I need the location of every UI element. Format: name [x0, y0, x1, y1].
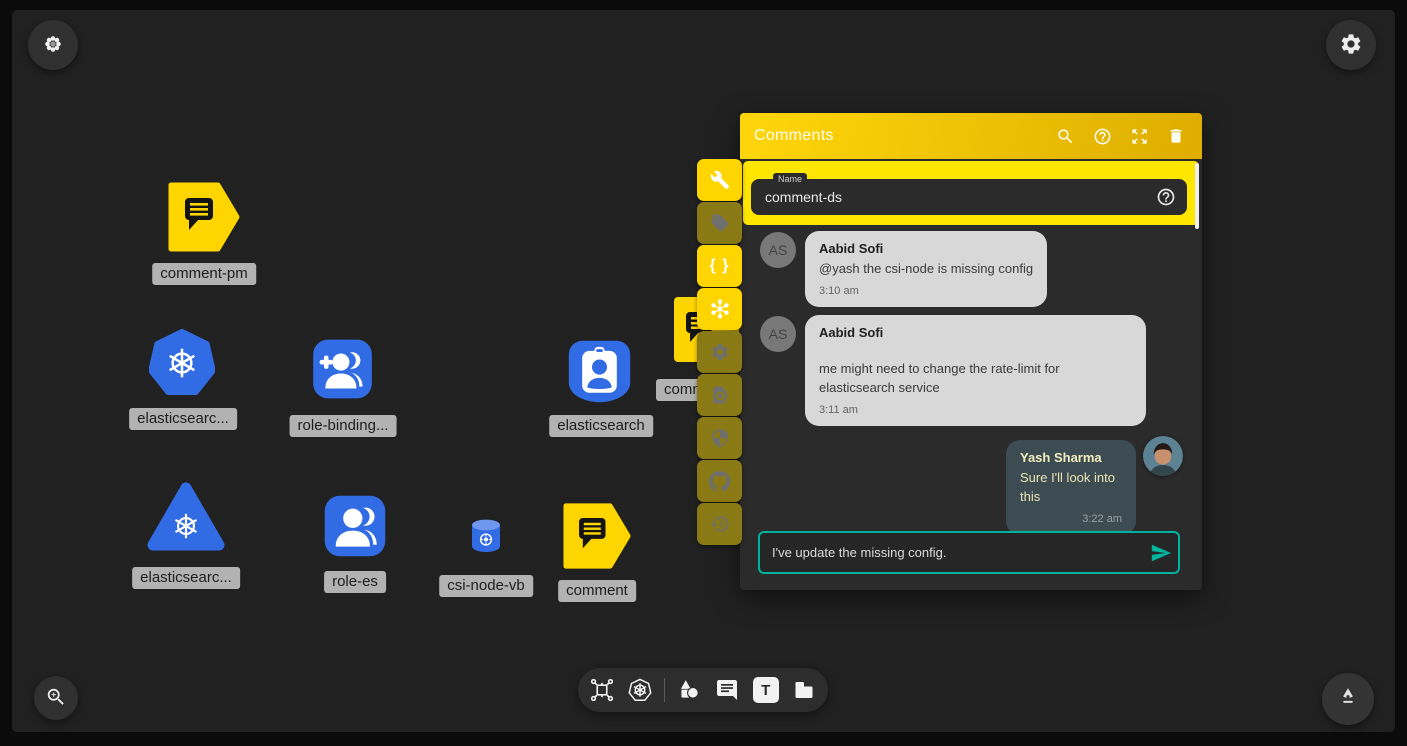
panel-title: Comments	[754, 127, 834, 145]
toolbar-github-button[interactable]	[697, 460, 742, 502]
name-field[interactable]: Name	[751, 179, 1187, 215]
message-text: Sure I'll look into this	[1020, 469, 1122, 507]
node-label: comment	[558, 580, 636, 602]
history-icon	[710, 514, 730, 534]
find-in-page-icon	[710, 385, 730, 405]
toolbar-shield-button[interactable]	[697, 417, 742, 459]
canvas-tools-toolbar: T	[578, 668, 828, 712]
note-tool-button[interactable]	[789, 675, 819, 705]
braces-icon: { }	[710, 257, 730, 275]
message-time: 3:22 am	[1020, 513, 1122, 525]
toolbar-divider	[664, 678, 665, 702]
node-csi-node-vb[interactable]	[469, 518, 503, 559]
shield-icon	[710, 428, 730, 448]
toolbar-tag-button[interactable]	[697, 202, 742, 244]
flower-icon	[41, 32, 65, 59]
storage-wheel-icon	[481, 534, 492, 545]
panel-scrollbar[interactable]	[1195, 163, 1199, 229]
message-time: 3:11 am	[819, 404, 1132, 416]
note-icon	[792, 678, 816, 702]
chat-message: Aabid Sofi @yash the csi-node is missing…	[805, 231, 1047, 307]
pen-fab[interactable]	[1322, 673, 1374, 725]
delete-button[interactable]	[1164, 124, 1188, 148]
comments-panel: Comments Name	[740, 113, 1202, 590]
message-author: Yash Sharma	[1020, 450, 1122, 465]
name-field-section: Name	[743, 161, 1199, 225]
node-label: elasticsearch	[549, 415, 653, 437]
node-label: elasticsearc...	[129, 408, 237, 430]
wrench-icon	[710, 170, 730, 190]
comment-icon	[715, 678, 739, 702]
design-graph-icon	[589, 677, 615, 703]
chat-message: Aabid Sofi me might need to change the r…	[805, 315, 1146, 426]
expand-icon	[1130, 127, 1149, 146]
field-help-icon[interactable]	[1153, 184, 1179, 210]
text-tool-button[interactable]: T	[751, 675, 781, 705]
kubernetes-button[interactable]	[625, 675, 655, 705]
hub-icon	[709, 298, 731, 320]
avatar: AS	[760, 316, 796, 352]
node-elasticsearch-sa[interactable]	[566, 338, 633, 410]
text-icon: T	[753, 677, 779, 703]
service-account-badge-icon	[582, 347, 617, 393]
name-field-label: Name	[773, 173, 807, 186]
message-author: Aabid Sofi	[819, 241, 1033, 256]
search-icon	[1056, 127, 1075, 146]
expand-button[interactable]	[1127, 124, 1151, 148]
node-label: elasticsearc...	[132, 567, 240, 589]
node-label: comment-pm	[152, 263, 256, 285]
chat-message-own: Yash Sharma Sure I'll look into this 3:2…	[1006, 440, 1136, 535]
node-elasticsearch-k8s[interactable]	[149, 329, 215, 402]
node-elasticsearch-triangle[interactable]	[146, 481, 226, 558]
node-action-toolbar: { }	[697, 159, 742, 545]
pattern-flower-button[interactable]	[28, 20, 78, 70]
message-author: Aabid Sofi	[819, 325, 1132, 340]
node-label: role-es	[324, 571, 386, 593]
avatar-photo	[1143, 436, 1183, 476]
gear-icon	[1339, 32, 1363, 59]
trash-icon	[1167, 127, 1185, 145]
pen-nib-icon	[1335, 685, 1361, 714]
comment-tool-button[interactable]	[712, 675, 742, 705]
toolbar-doc-search-button[interactable]	[697, 374, 742, 416]
toolbar-gear-button[interactable]	[697, 331, 742, 373]
node-label: role-binding...	[290, 415, 397, 437]
search-button[interactable]	[1053, 124, 1077, 148]
message-time: 3:10 am	[819, 285, 1033, 297]
chat-input[interactable]	[760, 545, 1144, 560]
design-graph-button[interactable]	[587, 675, 617, 705]
zoom-in-fab[interactable]	[34, 676, 78, 720]
node-comment[interactable]	[563, 502, 631, 575]
shapes-icon	[676, 677, 702, 703]
toolbar-braces-button[interactable]: { }	[697, 245, 742, 287]
node-comment-pm[interactable]	[168, 182, 240, 257]
zoom-in-icon	[45, 686, 67, 711]
github-icon	[709, 471, 730, 492]
chat-input-container	[758, 531, 1180, 574]
toolbar-wrench-button[interactable]	[697, 159, 742, 201]
tag-icon	[710, 213, 730, 233]
message-text: me might need to change the rate-limit f…	[819, 360, 1132, 398]
name-input[interactable]	[751, 189, 1153, 205]
gear-icon	[710, 342, 730, 362]
node-label: csi-node-vb	[439, 575, 533, 597]
shapes-button[interactable]	[674, 675, 704, 705]
message-text: @yash the csi-node is missing config	[819, 260, 1033, 279]
avatar: AS	[760, 232, 796, 268]
node-role-binding[interactable]	[310, 337, 375, 406]
help-button[interactable]	[1090, 124, 1114, 148]
toolbar-hub-button[interactable]	[697, 288, 742, 330]
settings-fab[interactable]	[1326, 20, 1376, 70]
app-root: comment-pm elasticsearc... role-binding.…	[0, 0, 1407, 746]
toolbar-history-button[interactable]	[697, 503, 742, 545]
help-icon	[1093, 127, 1112, 146]
node-role-es[interactable]	[322, 493, 388, 564]
send-button[interactable]	[1144, 536, 1178, 570]
send-icon	[1150, 542, 1172, 564]
kubernetes-icon	[627, 677, 653, 703]
comments-panel-header[interactable]: Comments	[740, 113, 1202, 159]
